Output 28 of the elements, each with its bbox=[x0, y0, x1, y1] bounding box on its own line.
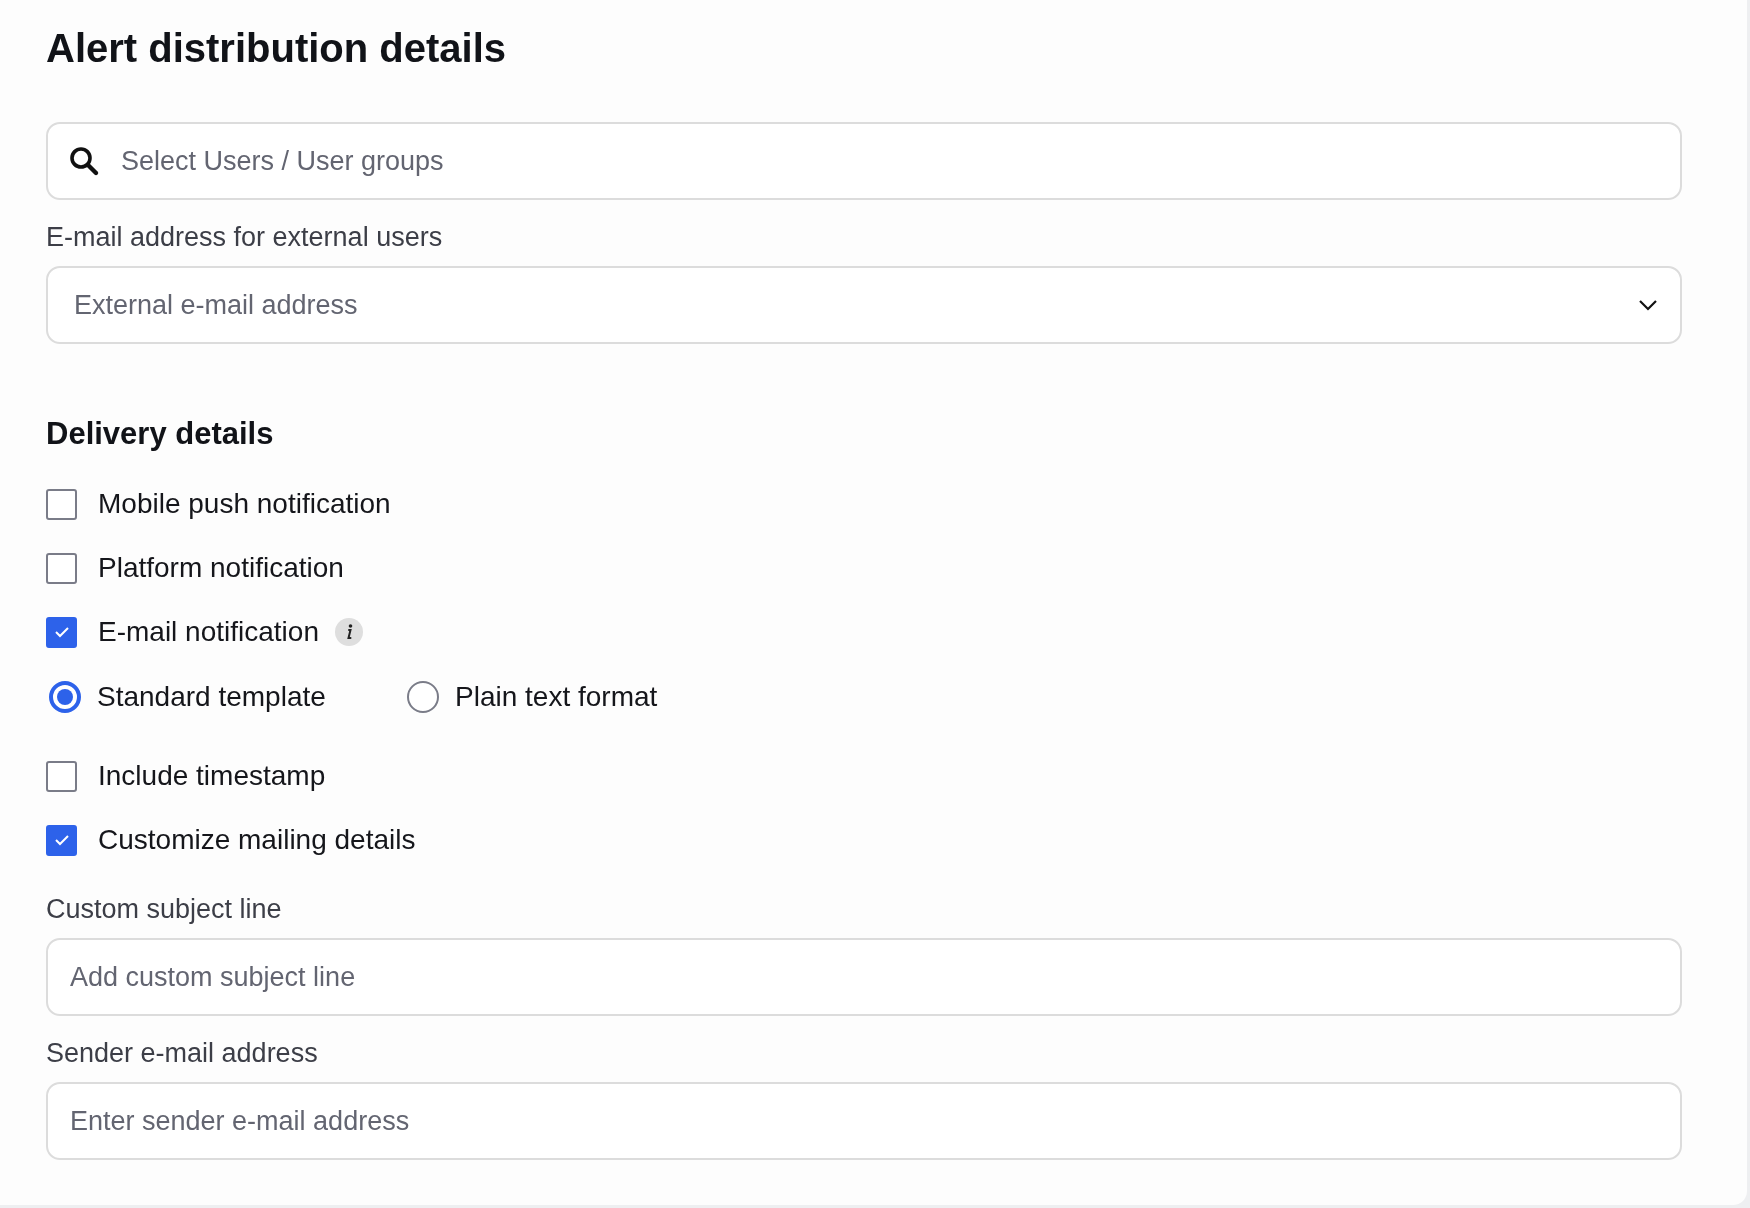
check-icon bbox=[52, 625, 71, 639]
email-dropdown[interactable]: External e-mail address bbox=[46, 266, 1682, 344]
checkbox[interactable] bbox=[46, 760, 77, 792]
checkbox[interactable] bbox=[46, 488, 77, 520]
field-label: Custom subject line bbox=[46, 894, 282, 924]
input-field[interactable]: Add custom subject line bbox=[46, 938, 1682, 1016]
radio-label[interactable]: Plain text format bbox=[455, 681, 658, 713]
checkbox[interactable] bbox=[46, 824, 77, 856]
check-icon bbox=[52, 833, 71, 847]
checkbox-label[interactable]: Include timestamp bbox=[98, 760, 326, 792]
checkbox-label[interactable]: Customize mailing details bbox=[98, 824, 416, 856]
radio-label[interactable]: Standard template bbox=[97, 681, 326, 713]
checkbox[interactable] bbox=[46, 616, 77, 648]
field-label: E-mail address for external users bbox=[46, 222, 443, 252]
radio-button[interactable] bbox=[49, 681, 81, 713]
checkbox[interactable] bbox=[46, 552, 77, 584]
search-icon bbox=[68, 145, 100, 177]
section-heading: Delivery details bbox=[46, 415, 274, 453]
checkbox-label[interactable]: Mobile push notification bbox=[98, 488, 391, 520]
chevron-down-icon bbox=[1638, 299, 1658, 311]
section-title: Alert distribution details bbox=[46, 25, 507, 72]
info-icon[interactable] bbox=[335, 618, 363, 646]
checkbox-label[interactable]: Platform notification bbox=[98, 552, 344, 584]
checkbox-label[interactable]: E-mail notification bbox=[98, 616, 319, 648]
radio-button[interactable] bbox=[407, 681, 439, 713]
search-field[interactable]: Select Users / User groups bbox=[46, 122, 1682, 200]
field-label: Sender e-mail address bbox=[46, 1038, 318, 1068]
input-field[interactable]: Enter sender e-mail address bbox=[46, 1082, 1682, 1160]
